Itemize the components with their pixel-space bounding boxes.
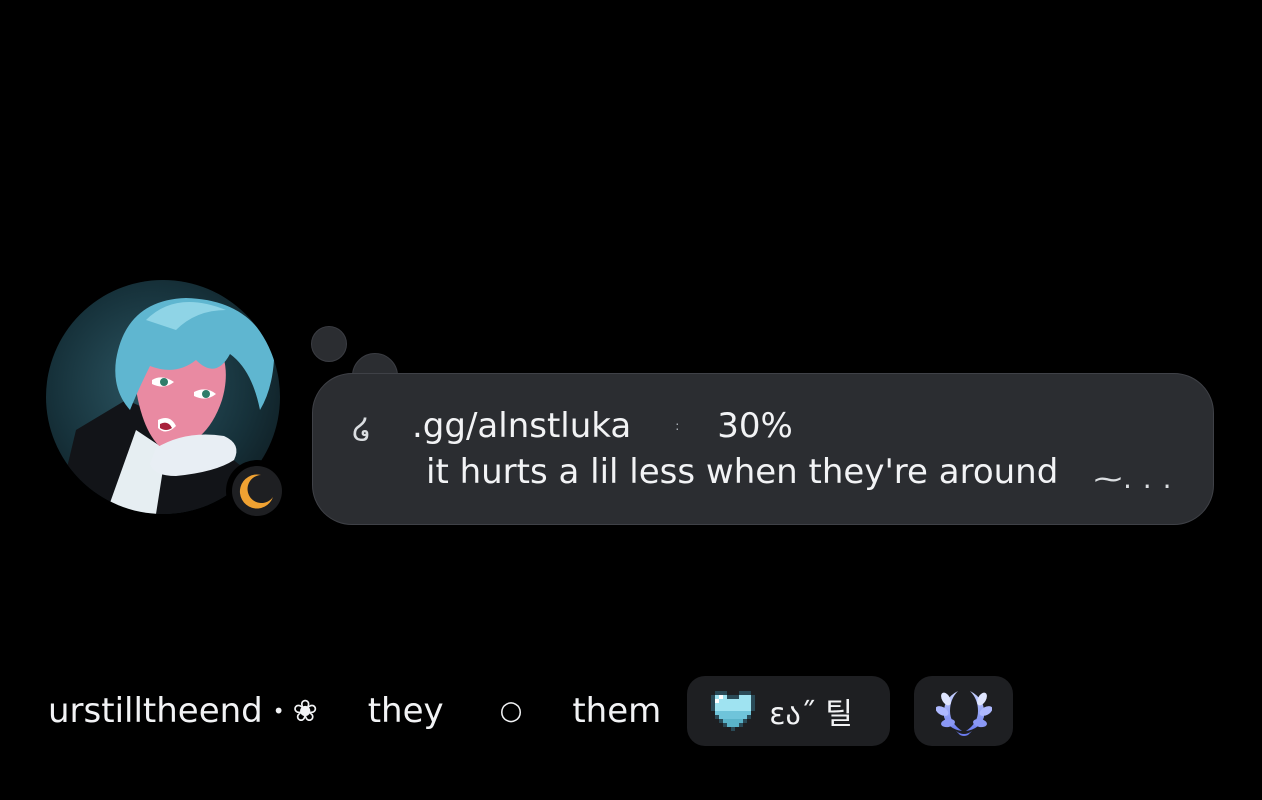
laurel-wreath-icon	[935, 691, 992, 736]
moon-icon	[239, 474, 273, 509]
badge-chip[interactable]	[914, 676, 1014, 746]
circle-separator: ○	[499, 696, 523, 726]
pixel-heart-icon	[711, 691, 756, 731]
avatar-container[interactable]	[46, 280, 288, 522]
status-line-1: .gg/alnstluka : 30%	[412, 404, 793, 448]
status-tail-glyph: ⁓. . .	[1094, 462, 1173, 495]
status-indicator	[226, 460, 288, 522]
status-invite-text: .gg/alnstluka	[412, 406, 632, 446]
status-line-2: it hurts a lil less when they're around	[426, 450, 1058, 494]
status-indicator-inner	[232, 466, 282, 516]
status-separator: :	[675, 419, 680, 433]
thought-bubble-dot-small	[311, 326, 347, 362]
pronoun-them: them	[572, 691, 662, 731]
status-percent-text: 30%	[717, 406, 793, 446]
pronoun-they: they	[367, 691, 444, 731]
status-message: it hurts a lil less when they're around	[426, 452, 1059, 492]
server-tag-text: εა˝ 틸	[769, 697, 853, 732]
username[interactable]: urstilltheend	[48, 691, 263, 731]
status-hook-glyph: ໒	[352, 412, 372, 447]
dot-separator: •	[272, 699, 285, 723]
custom-status-bubble[interactable]	[312, 373, 1214, 525]
server-tag-chip[interactable]: εა˝ 틸	[687, 676, 891, 746]
flower-glyph: ❀	[292, 693, 318, 729]
profile-info-line: urstilltheend • ❀ they ○ them εა˝ 틸	[48, 676, 1014, 746]
